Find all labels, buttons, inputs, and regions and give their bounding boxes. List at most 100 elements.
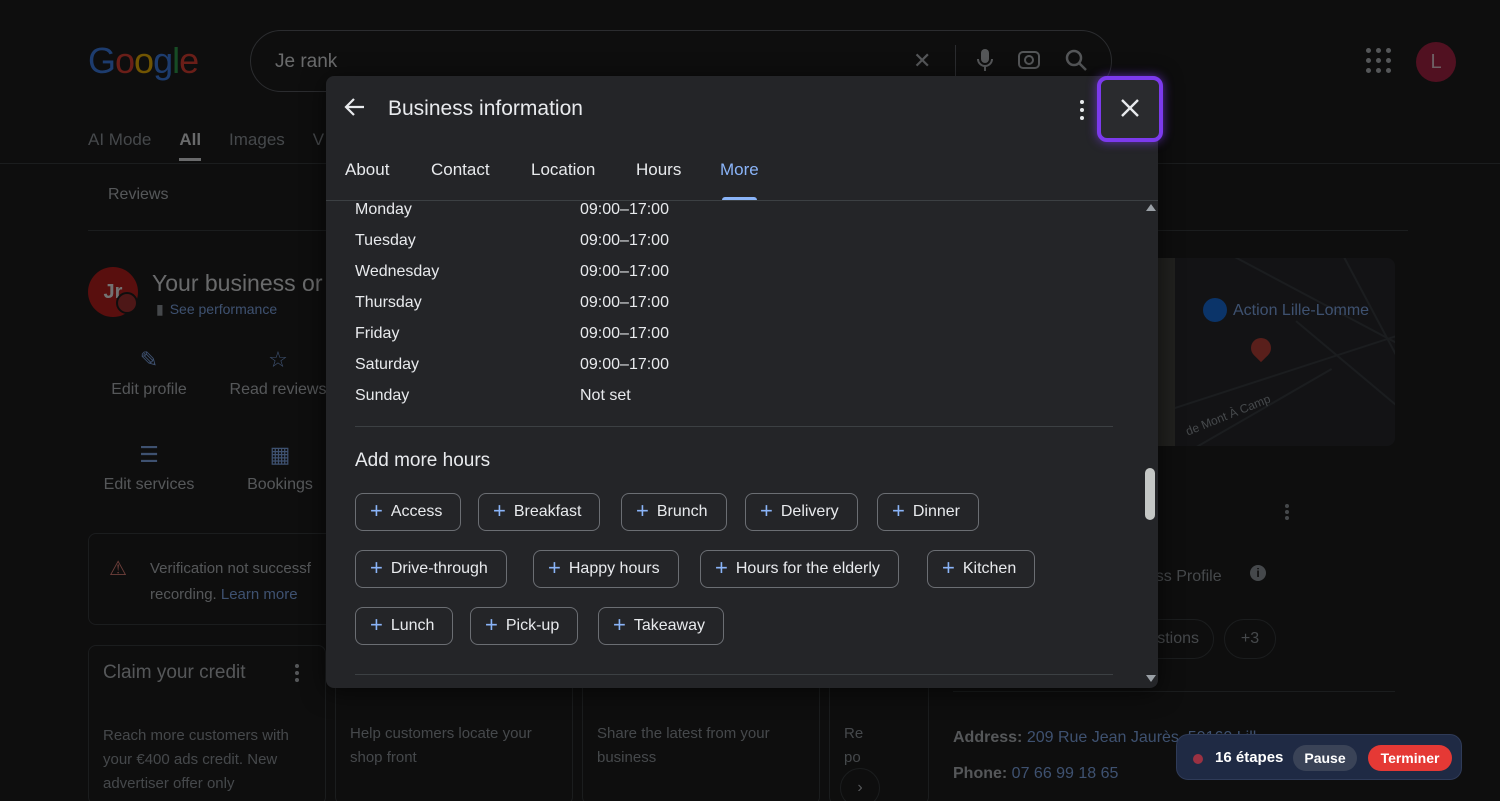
nav-tab-images[interactable]: Images [229, 130, 285, 161]
day-label: Saturday [355, 356, 420, 373]
google-logo[interactable]: Google [88, 40, 199, 82]
camera-lens-icon[interactable] [1017, 48, 1041, 78]
nav-tab-ai-mode[interactable]: AI Mode [88, 130, 151, 161]
shield-icon [116, 292, 138, 314]
hours-value: 09:00–17:00 [580, 294, 669, 311]
hours-row[interactable]: Sunday Not set [355, 387, 755, 409]
dialog-scrollbar[interactable] [1144, 202, 1156, 686]
see-performance-label: See performance [169, 301, 278, 317]
business-photo[interactable] [1155, 258, 1175, 446]
nav-tab-all[interactable]: All [179, 130, 202, 161]
hours-row[interactable]: Tuesday 09:00–17:00 [355, 232, 755, 254]
more-chips[interactable]: +3 [1224, 619, 1276, 659]
card-title: Claim your credit [103, 662, 246, 683]
scrollbar-thumb[interactable] [1145, 468, 1155, 520]
bookings-label: Bookings [247, 476, 313, 493]
hours-row[interactable]: Saturday 09:00–17:00 [355, 356, 755, 378]
chip-label: Dinner [912, 503, 960, 520]
logo-letter: e [179, 40, 199, 81]
map-poi-label[interactable]: Action Lille-Lomme [1233, 302, 1369, 320]
more-vert-icon[interactable] [1285, 504, 1291, 520]
divider [355, 426, 1113, 427]
add-hours-brunch-button[interactable]: + Brunch [621, 493, 727, 531]
tab-more[interactable]: More [720, 160, 759, 200]
apps-grid-icon[interactable] [1366, 48, 1392, 74]
plus-icon: + [493, 498, 506, 523]
hours-value: 09:00–17:00 [580, 325, 669, 342]
list-icon: ☰ [139, 442, 159, 467]
add-hours-kitchen-button[interactable]: + Kitchen [927, 550, 1036, 588]
plus-icon: + [370, 555, 383, 580]
add-hours-lunch-button[interactable]: + Lunch [355, 607, 454, 645]
bar-chart-icon: ▮ [156, 301, 164, 317]
hours-row[interactable]: Monday 09:00–17:00 [355, 201, 755, 223]
more-options-icon[interactable] [1078, 98, 1086, 122]
tab-contact[interactable]: Contact [431, 160, 490, 200]
more-vert-icon[interactable] [295, 664, 301, 682]
back-arrow-icon[interactable] [344, 96, 366, 125]
hours-row[interactable]: Wednesday 09:00–17:00 [355, 263, 755, 285]
chip-label: Brunch [656, 503, 708, 520]
divider [953, 691, 1395, 692]
agent-controller: 16 étapes Pause Terminer [1176, 734, 1462, 780]
add-hours-dinner-button[interactable]: + Dinner [877, 493, 979, 531]
search-icon[interactable] [1064, 48, 1088, 78]
claim-credit-card[interactable]: Claim your credit Reach more customers w… [88, 645, 326, 801]
warning-icon: ⚠ [109, 558, 127, 580]
add-hours-breakfast-button[interactable]: + Breakfast [478, 493, 601, 531]
terminate-button[interactable]: Terminer [1368, 745, 1452, 771]
learn-more-link[interactable]: Learn more [221, 586, 298, 603]
reviews-tab[interactable]: Reviews [108, 186, 168, 204]
hours-value: 09:00–17:00 [580, 232, 669, 249]
clear-icon[interactable]: ✕ [913, 48, 931, 74]
search-query[interactable]: Je rank [275, 51, 337, 73]
card-body: Share the latest from your business [597, 725, 770, 766]
scroll-up-arrow-icon[interactable] [1146, 204, 1156, 211]
map-thumbnail[interactable]: Action Lille-Lomme de Mont À Camp [1175, 258, 1395, 446]
plus-icon: + [942, 555, 955, 580]
chip-label: Lunch [390, 617, 435, 634]
address-label: Address: [953, 729, 1023, 746]
day-label: Thursday [355, 294, 422, 311]
phone-line: Phone: 07 66 99 18 65 [953, 765, 1118, 783]
pause-button[interactable]: Pause [1293, 745, 1357, 771]
tab-location[interactable]: Location [531, 160, 595, 200]
chip-label: Happy hours [568, 560, 660, 577]
close-dialog-button[interactable] [1097, 76, 1163, 142]
plus-icon: + [613, 612, 626, 637]
account-avatar[interactable]: L [1416, 42, 1456, 82]
read-reviews-button[interactable]: ☆ Read reviews [226, 347, 330, 399]
add-hours-drive-through-button[interactable]: + Drive-through [355, 550, 507, 588]
add-hours-happy-hours-button[interactable]: + Happy hours [533, 550, 679, 588]
microphone-icon[interactable] [975, 48, 995, 78]
location-pin-icon [1246, 333, 1276, 363]
chip-label: Delivery [780, 503, 839, 520]
tab-about[interactable]: About [345, 160, 389, 200]
recording-dot-icon [1193, 754, 1203, 764]
add-hours-delivery-button[interactable]: + Delivery [745, 493, 858, 531]
plus-icon: + [370, 612, 383, 637]
add-hours-elderly-button[interactable]: + Hours for the elderly [700, 550, 899, 588]
add-hours-access-button[interactable]: + Access [355, 493, 462, 531]
hours-row[interactable]: Thursday 09:00–17:00 [355, 294, 755, 316]
tab-hours[interactable]: Hours [636, 160, 681, 200]
store-pin-icon[interactable] [1203, 298, 1227, 322]
plus-icon: + [892, 498, 905, 523]
plus-icon: + [485, 612, 498, 637]
logo-letter: o [134, 40, 154, 81]
hours-row[interactable]: Friday 09:00–17:00 [355, 325, 755, 347]
scroll-down-arrow-icon[interactable] [1146, 675, 1156, 682]
card-body: Help customers locate your shop front [350, 725, 532, 766]
bookings-button[interactable]: ▦ Bookings [240, 442, 320, 494]
phone-link[interactable]: 07 66 99 18 65 [1012, 765, 1119, 782]
add-hours-pick-up-button[interactable]: + Pick-up [470, 607, 579, 645]
chevron-right-icon[interactable]: › [840, 768, 880, 801]
edit-profile-button[interactable]: ✎ Edit profile [104, 347, 194, 399]
search-nav-tabs: AI Mode All Images V [88, 130, 352, 161]
edit-services-button[interactable]: ☰ Edit services [96, 442, 202, 494]
see-performance-link[interactable]: ▮ See performance [156, 301, 277, 318]
nav-tab-videos[interactable]: V [313, 130, 324, 161]
info-icon[interactable]: i [1250, 565, 1266, 581]
warning-text: Verification not successf recording. Lea… [150, 556, 350, 608]
add-hours-takeaway-button[interactable]: + Takeaway [598, 607, 725, 645]
